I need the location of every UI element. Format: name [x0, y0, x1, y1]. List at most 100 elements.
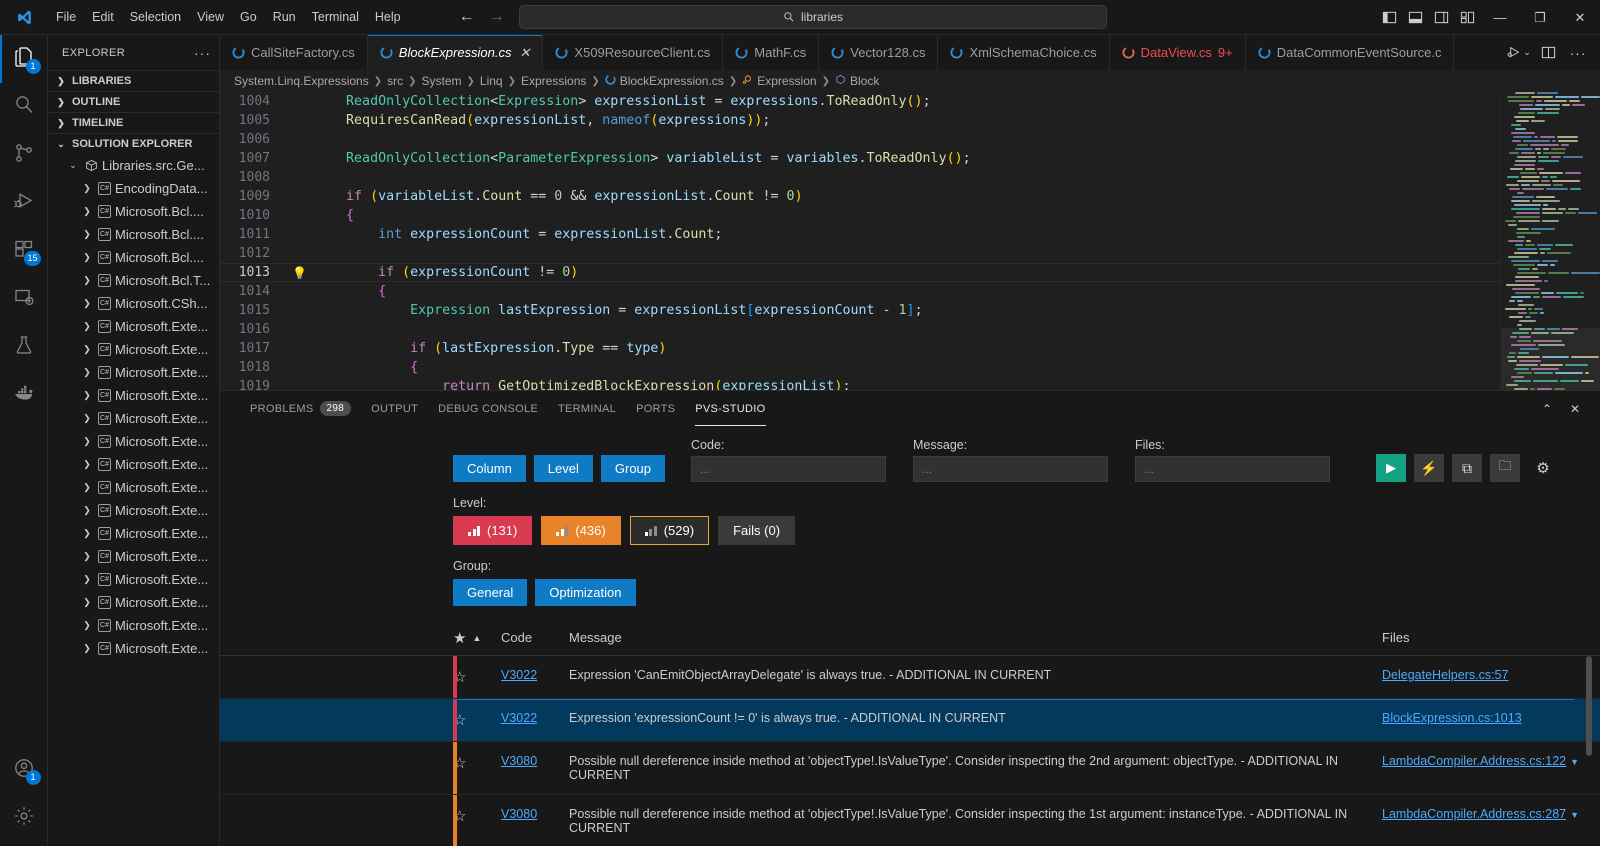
- sidebar-section-libraries[interactable]: ❯ LIBRARIES: [48, 70, 219, 91]
- run-or-debug-icon[interactable]: ⌄: [1504, 39, 1532, 67]
- code-editor[interactable]: 1004 ReadOnlyCollection<Expression> expr…: [220, 92, 1500, 390]
- editor-tab[interactable]: DataCommonEventSource.c: [1246, 35, 1455, 70]
- table-body[interactable]: ☆V3022Expression 'CanEmitObjectArrayDele…: [220, 656, 1600, 846]
- table-row[interactable]: ☆V3022Expression 'expressionCount != 0' …: [220, 699, 1600, 742]
- tree-item[interactable]: ❯C#Microsoft.Exte...: [48, 568, 219, 591]
- code-line[interactable]: 1006: [220, 130, 1500, 149]
- chevron-right-icon[interactable]: ❯: [80, 505, 94, 516]
- back-arrow-icon[interactable]: ←: [459, 9, 475, 25]
- editor-tab[interactable]: Vector128.cs: [819, 35, 938, 70]
- menu-terminal[interactable]: Terminal: [304, 6, 367, 28]
- menu-help[interactable]: Help: [367, 6, 409, 28]
- chevron-right-icon[interactable]: ❯: [80, 551, 94, 562]
- tree-item[interactable]: ❯C#Microsoft.Exte...: [48, 315, 219, 338]
- diagnostic-code-link[interactable]: V3080: [501, 754, 537, 768]
- file-location-link[interactable]: DelegateHelpers.cs:57: [1382, 668, 1508, 682]
- tree-item[interactable]: ❯C#Microsoft.Exte...: [48, 591, 219, 614]
- file-location-link[interactable]: BlockExpression.cs:1013: [1382, 711, 1522, 725]
- breadcrumb-item[interactable]: BlockExpression.cs: [605, 74, 724, 88]
- split-editor-icon[interactable]: [1534, 39, 1562, 67]
- favorite-toggle[interactable]: ☆: [453, 742, 501, 784]
- message-filter-input[interactable]: [913, 456, 1108, 482]
- lightbulb-icon[interactable]: 💡: [292, 266, 307, 280]
- favorite-toggle[interactable]: ☆: [453, 795, 501, 837]
- group-button[interactable]: Group: [601, 455, 665, 482]
- chevron-right-icon[interactable]: ❯: [80, 459, 94, 470]
- editor-tab[interactable]: MathF.cs: [723, 35, 819, 70]
- tree-item[interactable]: ❯C#Microsoft.Exte...: [48, 522, 219, 545]
- activitybar-item-search[interactable]: [0, 83, 48, 131]
- code-line[interactable]: 1005 RequiresCanRead(expressionList, nam…: [220, 111, 1500, 130]
- code-line[interactable]: 1017 if (lastExpression.Type == type): [220, 339, 1500, 358]
- chevron-right-icon[interactable]: ❯: [80, 321, 94, 332]
- editor-tab[interactable]: CallSiteFactory.cs: [220, 35, 368, 70]
- activitybar-item-settings[interactable]: [0, 794, 48, 842]
- panel-tab[interactable]: PROBLEMS298: [240, 391, 361, 426]
- sidebar-section-timeline[interactable]: ❯ TIMELINE: [48, 112, 219, 133]
- tree-item[interactable]: ❯C#Microsoft.Exte...: [48, 430, 219, 453]
- chevron-right-icon[interactable]: ❯: [80, 574, 94, 585]
- chevron-right-icon[interactable]: ❯: [80, 482, 94, 493]
- tree-item[interactable]: ❯C#Microsoft.Bcl....: [48, 223, 219, 246]
- tree-item[interactable]: ⌄Libraries.src.Ge...: [48, 154, 219, 177]
- favorite-toggle[interactable]: ☆: [453, 699, 501, 741]
- chevron-right-icon[interactable]: ❯: [80, 436, 94, 447]
- activitybar-item-remote-explorer[interactable]: [0, 275, 48, 323]
- editor-tab[interactable]: XmlSchemaChoice.cs: [938, 35, 1109, 70]
- panel-tab[interactable]: PVS-STUDIO: [685, 391, 775, 426]
- activitybar-item-extensions[interactable]: 15: [0, 227, 48, 275]
- chevron-right-icon[interactable]: ❯: [80, 344, 94, 355]
- diagnostic-code-link[interactable]: V3022: [501, 711, 537, 725]
- table-row[interactable]: ☆V3022Expression 'CanEmitObjectArrayDele…: [220, 656, 1600, 699]
- command-center[interactable]: libraries: [519, 5, 1107, 29]
- editor-tab[interactable]: X509ResourceClient.cs: [543, 35, 723, 70]
- solution-tree[interactable]: ⌄Libraries.src.Ge...❯C#EncodingData... ❯C…: [48, 154, 219, 846]
- files-filter-input[interactable]: [1135, 456, 1330, 482]
- window-minimize-button[interactable]: —: [1480, 0, 1520, 35]
- activitybar-item-testing[interactable]: [0, 323, 48, 371]
- panel-tab[interactable]: TERMINAL: [548, 391, 626, 426]
- breadcrumb-item[interactable]: System: [422, 74, 462, 88]
- tree-item[interactable]: ❯C#Microsoft.Exte...: [48, 453, 219, 476]
- tree-item[interactable]: ❯C#Microsoft.CSh...: [48, 292, 219, 315]
- chevron-right-icon[interactable]: ❯: [80, 620, 94, 631]
- chevron-down-icon[interactable]: ⌄: [66, 160, 80, 171]
- customize-layout-icon[interactable]: [1454, 5, 1480, 31]
- tree-item[interactable]: ❯C#EncodingData...: [48, 177, 219, 200]
- file-location-link[interactable]: LambdaCompiler.Address.cs:122: [1382, 754, 1566, 768]
- group-general-button[interactable]: General: [453, 579, 527, 606]
- tree-item[interactable]: ❯C#Microsoft.Exte...: [48, 407, 219, 430]
- chevron-right-icon[interactable]: ❯: [80, 275, 94, 286]
- window-close-button[interactable]: ✕: [1560, 0, 1600, 35]
- tree-item[interactable]: ❯C#Microsoft.Bcl.T...: [48, 269, 219, 292]
- open-report-button[interactable]: 🗀: [1490, 454, 1520, 482]
- chevron-right-icon[interactable]: ❯: [80, 229, 94, 240]
- level-medium-button[interactable]: (436): [541, 516, 620, 545]
- code-line[interactable]: 1014 {: [220, 282, 1500, 301]
- code-line[interactable]: 1015 Expression lastExpression = express…: [220, 301, 1500, 320]
- panel-tab[interactable]: OUTPUT: [361, 391, 428, 426]
- table-scrollbar[interactable]: [1586, 656, 1592, 846]
- file-location-link[interactable]: LambdaCompiler.Address.cs:287: [1382, 807, 1566, 821]
- tree-item[interactable]: ❯C#Microsoft.Exte...: [48, 384, 219, 407]
- code-filter-input[interactable]: [691, 456, 886, 482]
- group-optimization-button[interactable]: Optimization: [535, 579, 635, 606]
- breadcrumb-item[interactable]: Expression: [742, 74, 816, 88]
- menu-run[interactable]: Run: [265, 6, 304, 28]
- diagnostic-code-link[interactable]: V3080: [501, 807, 537, 821]
- files-column-header[interactable]: Files: [1382, 630, 1600, 645]
- breadcrumb-item[interactable]: Expressions: [521, 74, 586, 88]
- more-actions-icon[interactable]: ···: [1564, 39, 1592, 67]
- menu-go[interactable]: Go: [232, 6, 265, 28]
- breadcrumb-item[interactable]: src: [387, 74, 403, 88]
- message-column-header[interactable]: Message: [569, 630, 1382, 645]
- tree-item[interactable]: ❯C#Microsoft.Exte...: [48, 614, 219, 637]
- panel-tab[interactable]: PORTS: [626, 391, 685, 426]
- run-analysis-button[interactable]: ▶: [1376, 454, 1406, 482]
- chevron-right-icon[interactable]: ❯: [80, 367, 94, 378]
- chevron-down-icon[interactable]: ▼: [1570, 757, 1579, 767]
- chevron-right-icon[interactable]: ❯: [80, 298, 94, 309]
- code-line[interactable]: 1004 ReadOnlyCollection<Expression> expr…: [220, 92, 1500, 111]
- tree-item[interactable]: ❯C#Microsoft.Exte...: [48, 361, 219, 384]
- chevron-right-icon[interactable]: ❯: [80, 206, 94, 217]
